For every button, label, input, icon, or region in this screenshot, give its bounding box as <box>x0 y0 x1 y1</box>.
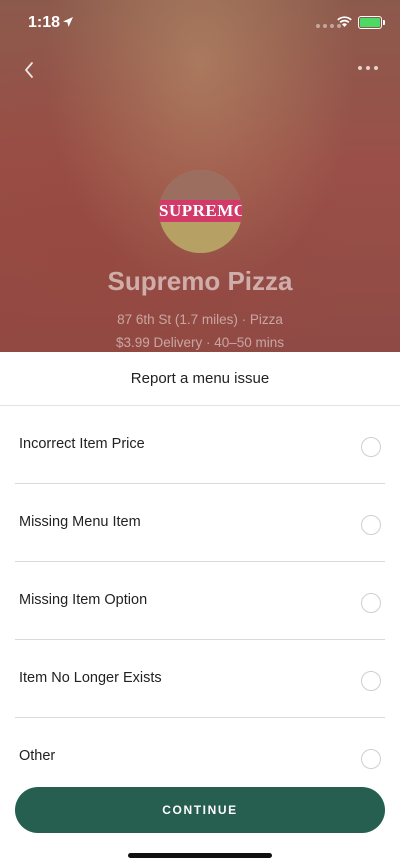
option-label: Item No Longer Exists <box>19 670 162 686</box>
option-item-no-longer-exists[interactable]: Item No Longer Exists <box>15 640 385 718</box>
back-chevron-icon[interactable] <box>18 58 42 82</box>
restaurant-header: 1:18 SUPREMO Supremo Pizza 87 6th St (1.… <box>0 0 400 360</box>
restaurant-address: 87 6th St (1.7 miles) · Pizza <box>117 312 283 327</box>
restaurant-logo: SUPREMO <box>159 170 242 253</box>
restaurant-delivery-info: $3.99 Delivery · 40–50 mins <box>115 335 285 350</box>
restaurant-name: Supremo Pizza <box>107 266 293 296</box>
option-label: Missing Item Option <box>19 592 148 608</box>
radio-button[interactable] <box>361 515 381 535</box>
wifi-icon <box>337 16 352 27</box>
option-label: Incorrect Item Price <box>19 436 145 452</box>
option-missing-item-option[interactable]: Missing Item Option <box>15 562 385 640</box>
sheet-title: Report a menu issue <box>0 352 400 406</box>
home-indicator[interactable] <box>128 853 272 858</box>
battery-icon <box>358 16 385 29</box>
status-bar: 1:18 <box>0 0 400 46</box>
radio-button[interactable] <box>361 593 381 613</box>
radio-button[interactable] <box>361 671 381 691</box>
more-icon[interactable] <box>358 66 378 70</box>
status-time: 1:18 <box>28 14 61 31</box>
logo-text: SUPREMO <box>159 200 242 222</box>
option-missing-menu-item[interactable]: Missing Menu Item <box>15 484 385 562</box>
option-incorrect-item-price[interactable]: Incorrect Item Price <box>15 406 385 484</box>
option-label: Other <box>19 748 56 764</box>
location-arrow-icon <box>63 17 73 27</box>
option-other[interactable]: Other <box>15 718 385 796</box>
continue-button[interactable]: CONTINUE <box>15 787 385 833</box>
option-label: Missing Menu Item <box>19 514 141 530</box>
radio-button[interactable] <box>361 749 381 769</box>
radio-button[interactable] <box>361 437 381 457</box>
